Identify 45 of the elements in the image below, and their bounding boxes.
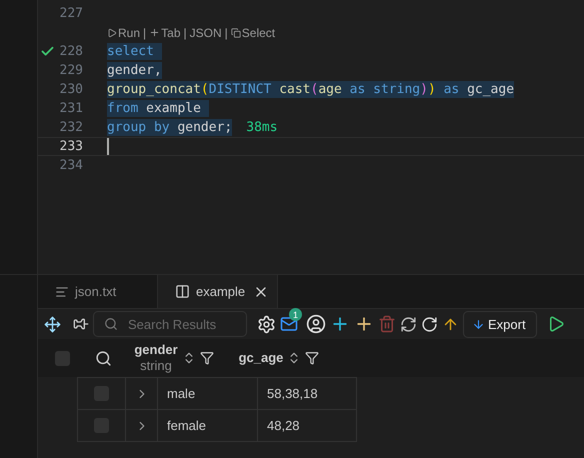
column-header: gender	[134, 342, 178, 358]
search-icon[interactable]	[94, 350, 112, 366]
line-number: 229	[58, 63, 83, 78]
table-cell-text: 48,28	[266, 417, 301, 435]
execution-time: 38ms	[246, 120, 278, 135]
notification-badge: 1	[289, 308, 302, 321]
codelens-separator: |	[224, 26, 228, 40]
checkbox[interactable]	[55, 350, 70, 366]
codelens-separator: |	[143, 26, 146, 40]
codelens-link[interactable]: Select	[230, 26, 276, 40]
codelens-link[interactable]: Tab	[149, 26, 180, 40]
pin-icon[interactable]	[73, 316, 89, 332]
plus-icon	[149, 27, 160, 38]
search-icon	[104, 317, 118, 331]
line-number: 234	[58, 158, 83, 173]
search-field[interactable]: Search Results	[93, 311, 247, 337]
text-cursor	[107, 138, 109, 155]
line-number: 227	[58, 6, 83, 21]
move-icon[interactable]	[44, 316, 61, 332]
codelens-link[interactable]: JSON	[190, 26, 222, 40]
editor-tab[interactable]: example	[158, 275, 278, 308]
codelens-separator: |	[184, 26, 187, 40]
play-icon	[107, 28, 117, 38]
panel-icon	[175, 284, 190, 299]
table-cell: male	[158, 378, 258, 409]
table-cell: female	[158, 410, 258, 441]
filter-icon[interactable]	[305, 351, 320, 365]
settings-icon[interactable]	[257, 314, 276, 334]
line-number: 228	[58, 44, 83, 59]
export-button[interactable]: Export	[463, 310, 537, 338]
line-number: 230	[58, 82, 83, 97]
line-number: 232	[58, 120, 83, 135]
line-number: 231	[58, 101, 83, 116]
column-type: string	[140, 358, 172, 374]
copy-icon	[230, 28, 241, 38]
arrow-down-icon	[472, 318, 485, 330]
text-lines-icon	[55, 284, 69, 298]
refresh-icon[interactable]	[400, 316, 417, 332]
filter-icon[interactable]	[200, 351, 214, 365]
table-cell-text: 58,38,18	[266, 385, 319, 403]
rotate-icon[interactable]	[421, 316, 438, 332]
codelens-link[interactable]: Run	[107, 26, 140, 40]
user-circle-icon[interactable]	[306, 314, 326, 334]
line-number: 233	[58, 139, 83, 154]
column-header: gc_age	[238, 350, 284, 366]
